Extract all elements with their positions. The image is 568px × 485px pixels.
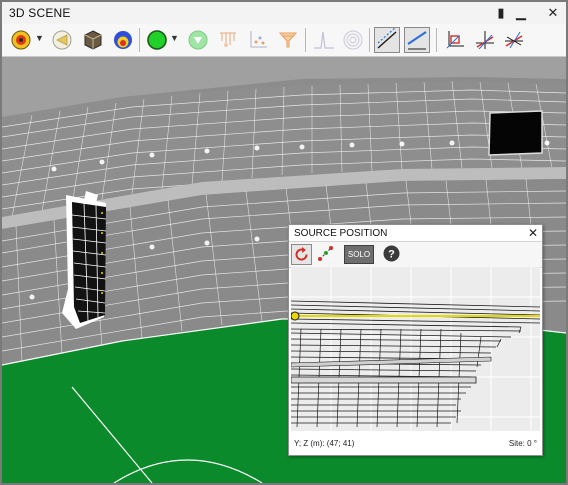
- panel-toolbar: SOLO ?: [289, 241, 542, 268]
- panel-title: SOURCE POSITION: [294, 228, 388, 239]
- close-button[interactable]: ✕: [544, 4, 562, 22]
- source-target-icon[interactable]: [8, 27, 34, 53]
- title-bar: 3D SCENE ▮ ▁ ✕: [2, 2, 566, 25]
- toolbar-divider: [139, 28, 140, 52]
- window-title: 3D SCENE: [9, 6, 71, 20]
- help-label: ?: [388, 249, 395, 261]
- source-section-view[interactable]: [291, 267, 540, 431]
- coverage-map-icon[interactable]: [110, 27, 136, 53]
- solo-button[interactable]: SOLO: [344, 245, 374, 264]
- cube-icon[interactable]: [80, 27, 106, 53]
- axis-yz-icon[interactable]: [501, 27, 527, 53]
- green-arrow-down-icon[interactable]: [185, 27, 211, 53]
- funnel-icon[interactable]: [275, 27, 301, 53]
- chevron-down-icon[interactable]: ▼: [35, 33, 44, 43]
- polar-pattern-icon[interactable]: [340, 27, 366, 53]
- panel-close-button[interactable]: ✕: [528, 226, 538, 240]
- site-angle: Site: 0 °: [508, 439, 537, 448]
- axis-xz-icon[interactable]: [472, 27, 498, 53]
- panel-status-bar: Y; Z (m): (47; 41) Site: 0 °: [289, 431, 542, 455]
- diagonal-line-solid-icon[interactable]: [404, 27, 430, 53]
- diagonal-line-dotted-icon[interactable]: [374, 27, 400, 53]
- source-coordinates: Y; Z (m): (47; 41): [294, 439, 355, 448]
- toolbar-divider: [369, 28, 370, 52]
- axis-xy-icon[interactable]: [442, 27, 468, 53]
- receiver-grid-icon[interactable]: [215, 27, 241, 53]
- toolbar-divider: [305, 28, 306, 52]
- chevron-down-icon[interactable]: ▼: [170, 33, 179, 43]
- impulse-response-icon[interactable]: [311, 27, 337, 53]
- minimize-button[interactable]: ▁: [512, 4, 530, 22]
- help-icon[interactable]: ?: [382, 244, 403, 265]
- source-position-panel: SOURCE POSITION ✕ SOLO ? Y; Z (m): (47; …: [288, 224, 543, 456]
- 3d-scene-window: 3D SCENE ▮ ▁ ✕ ▼ ▼ SOURCE POSITION ✕ SOL…: [0, 0, 568, 485]
- restore-button[interactable]: ▮: [492, 4, 510, 22]
- speaker-beam-icon[interactable]: [49, 27, 75, 53]
- reset-icon[interactable]: [291, 244, 312, 265]
- scatter-axes-icon[interactable]: [245, 27, 271, 53]
- axis-points-icon[interactable]: [316, 244, 337, 265]
- toolbar-divider: [436, 28, 437, 52]
- green-circle-icon[interactable]: [144, 27, 170, 53]
- toolbar: ▼ ▼: [2, 24, 566, 57]
